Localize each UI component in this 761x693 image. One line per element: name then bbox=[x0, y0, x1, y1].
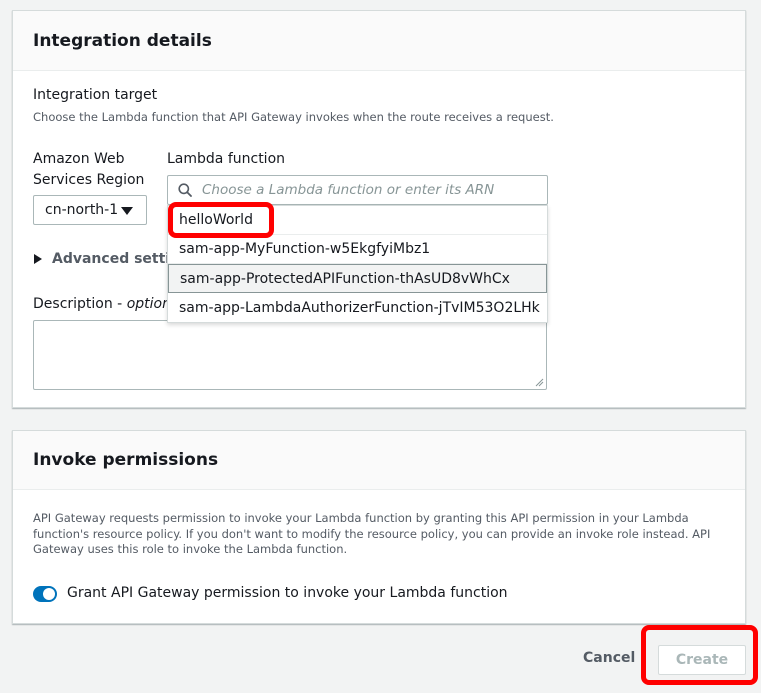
lambda-option-highlighted[interactable]: sam-app-ProtectedAPIFunction-thAsUD8vWhC… bbox=[168, 264, 547, 293]
lambda-function-search-input[interactable]: Choose a Lambda function or enter its AR… bbox=[167, 175, 548, 205]
toggle-knob bbox=[43, 588, 55, 600]
resize-grip-icon[interactable] bbox=[535, 378, 544, 387]
description-label: Description - optional bbox=[33, 296, 183, 312]
region-label-line2: Services Region bbox=[33, 172, 145, 188]
lambda-function-label: Lambda function bbox=[167, 151, 286, 167]
lambda-option[interactable]: sam-app-LambdaAuthorizerFunction-jTvIM53… bbox=[168, 293, 547, 322]
lambda-option[interactable]: sam-app-MyFunction-w5EkgfyiMbz1 bbox=[168, 235, 547, 264]
invoke-permissions-panel: Invoke permissions API Gateway requests … bbox=[12, 430, 746, 624]
integration-target-description: Choose the Lambda function that API Gate… bbox=[33, 110, 554, 124]
region-label-line1: Amazon Web bbox=[33, 151, 125, 167]
invoke-permissions-title: Invoke permissions bbox=[13, 431, 745, 490]
grant-permission-toggle[interactable] bbox=[33, 586, 57, 602]
lambda-option[interactable]: helloWorld bbox=[168, 206, 547, 235]
lambda-option-label: helloWorld bbox=[179, 212, 253, 228]
region-select-value: cn-north-1 bbox=[45, 202, 119, 218]
region-select[interactable]: cn-north-1 bbox=[33, 195, 147, 225]
grant-permission-label: Grant API Gateway permission to invoke y… bbox=[67, 585, 508, 601]
integration-target-label: Integration target bbox=[33, 87, 158, 103]
integration-details-panel: Integration details Integration target C… bbox=[12, 10, 746, 408]
invoke-permissions-description: API Gateway requests permission to invok… bbox=[33, 511, 711, 556]
caret-right-icon bbox=[34, 254, 42, 264]
lambda-function-placeholder: Choose a Lambda function or enter its AR… bbox=[202, 182, 495, 198]
description-label-text: Description - bbox=[33, 296, 127, 312]
description-textarea[interactable] bbox=[33, 320, 547, 390]
create-button[interactable]: Create bbox=[658, 645, 746, 675]
lambda-option-label: sam-app-MyFunction-w5EkgfyiMbz1 bbox=[179, 241, 431, 257]
lambda-option-label: sam-app-ProtectedAPIFunction-thAsUD8vWhC… bbox=[180, 270, 510, 287]
cancel-button[interactable]: Cancel bbox=[583, 650, 635, 666]
search-icon bbox=[178, 183, 192, 197]
caret-down-icon bbox=[121, 207, 133, 215]
lambda-function-dropdown: helloWorld sam-app-MyFunction-w5EkgfyiMb… bbox=[167, 205, 548, 323]
lambda-option-label: sam-app-LambdaAuthorizerFunction-jTvIM53… bbox=[179, 299, 540, 316]
integration-details-title: Integration details bbox=[13, 11, 745, 71]
